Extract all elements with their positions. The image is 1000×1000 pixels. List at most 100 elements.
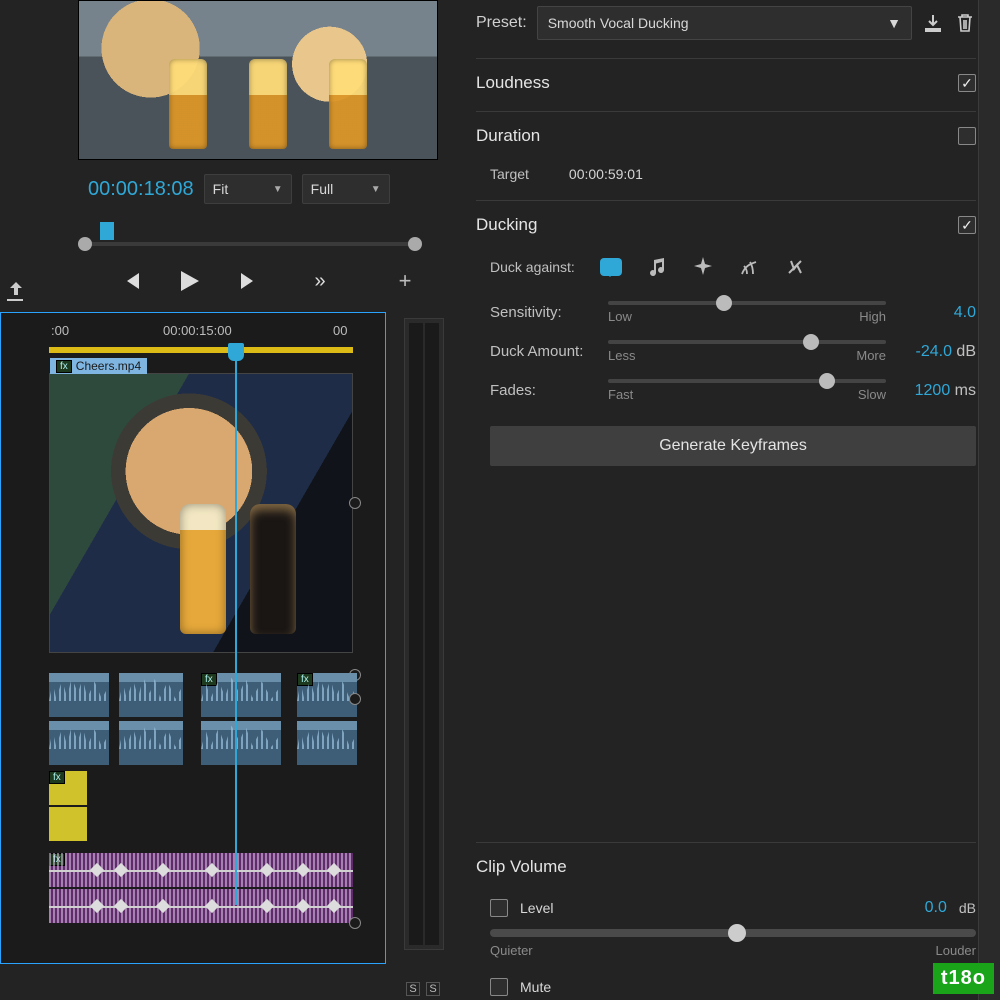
- duration-checkbox[interactable]: [958, 127, 976, 145]
- duck-against-unassigned-icon[interactable]: [781, 253, 809, 281]
- level-checkbox[interactable]: [490, 899, 508, 917]
- quality-value: Full: [311, 181, 334, 197]
- duck-amount-unit: dB: [952, 343, 976, 360]
- level-min: Quieter: [490, 943, 533, 958]
- fx-badge[interactable]: fx: [56, 360, 72, 373]
- duck-against-sfx-icon[interactable]: [689, 253, 717, 281]
- audio-clip-dialogue[interactable]: [49, 673, 109, 717]
- chevron-down-icon: ▼: [273, 184, 283, 195]
- ruler-tick-start: :00: [51, 323, 69, 338]
- audio-clip-dialogue[interactable]: [49, 721, 109, 765]
- track-resize-handle[interactable]: [349, 497, 361, 509]
- loudness-checkbox[interactable]: [958, 74, 976, 92]
- audio-clip-dialogue[interactable]: [119, 721, 183, 765]
- play-button[interactable]: [177, 268, 203, 294]
- quality-dropdown[interactable]: Full ▼: [302, 174, 390, 204]
- fx-badge[interactable]: fx: [201, 673, 217, 686]
- fades-min: Fast: [608, 387, 633, 402]
- audio-clip-music[interactable]: [49, 889, 353, 923]
- step-back-button[interactable]: [119, 268, 145, 294]
- audio-clip-sfx[interactable]: [49, 807, 87, 841]
- duck-against-ambience-icon[interactable]: [735, 253, 763, 281]
- fades-slider[interactable]: [608, 379, 886, 383]
- target-value[interactable]: 00:00:59:01: [569, 166, 643, 182]
- work-area-bar[interactable]: [49, 347, 353, 353]
- video-clip[interactable]: fx Cheers.mp4: [49, 373, 353, 653]
- fades-max: Slow: [858, 387, 886, 402]
- clip-thumbnail: [50, 374, 352, 652]
- chevron-down-icon: ▼: [887, 15, 901, 31]
- fx-badge[interactable]: fx: [49, 771, 65, 784]
- track-resize-handle[interactable]: [349, 917, 361, 929]
- zoom-value: Fit: [213, 181, 229, 197]
- audio-clip-sfx[interactable]: fx: [49, 771, 87, 805]
- level-value[interactable]: 0.0: [925, 899, 947, 917]
- fades-value[interactable]: 1200: [915, 382, 951, 399]
- solo-button[interactable]: S: [406, 982, 420, 996]
- scrub-bar[interactable]: [78, 218, 422, 258]
- meter-left: [409, 323, 423, 945]
- slider-thumb[interactable]: [728, 924, 746, 942]
- audio-clip-music[interactable]: fx: [49, 853, 353, 887]
- duck-against-dialogue-icon[interactable]: [597, 253, 625, 281]
- fades-label: Fades:: [490, 382, 594, 399]
- clip-name: Cheers.mp4: [76, 359, 141, 373]
- audio-clip-dialogue[interactable]: [119, 673, 183, 717]
- trash-icon[interactable]: [954, 12, 976, 34]
- watermark: t18o: [933, 963, 994, 994]
- zoom-dropdown[interactable]: Fit ▼: [204, 174, 292, 204]
- audio-clip-dialogue[interactable]: [297, 721, 357, 765]
- duck-amount-label: Duck Amount:: [490, 343, 594, 360]
- loudness-title: Loudness: [476, 73, 550, 93]
- ruler-tick-mid: 00:00:15:00: [163, 323, 232, 338]
- level-slider[interactable]: [490, 929, 976, 937]
- audio-meters: [404, 318, 444, 950]
- duck-against-music-icon[interactable]: [643, 253, 671, 281]
- timeline-panel[interactable]: :00 00:00:15:00 00 fx Cheers.mp4: [0, 312, 386, 964]
- slider-thumb[interactable]: [803, 334, 819, 350]
- sensitivity-slider[interactable]: [608, 301, 886, 305]
- duck-amount-value[interactable]: -24.0: [916, 343, 952, 360]
- program-monitor: [78, 0, 438, 160]
- level-unit: dB: [959, 900, 976, 916]
- step-forward-button[interactable]: [235, 268, 261, 294]
- preset-label: Preset:: [476, 14, 527, 32]
- add-button[interactable]: +: [392, 268, 418, 294]
- solo-button[interactable]: S: [426, 982, 440, 996]
- in-point-icon[interactable]: [78, 237, 92, 251]
- out-point-icon[interactable]: [408, 237, 422, 251]
- duration-title: Duration: [476, 126, 540, 146]
- generate-keyframes-button[interactable]: Generate Keyframes: [490, 426, 976, 466]
- right-rail: [978, 0, 1000, 1000]
- clip-volume-title: Clip Volume: [476, 857, 976, 899]
- duck-amount-slider[interactable]: [608, 340, 886, 344]
- level-label: Level: [520, 900, 553, 916]
- track-resize-handle[interactable]: [349, 693, 361, 705]
- preset-dropdown[interactable]: Smooth Vocal Ducking ▼: [537, 6, 912, 40]
- timecode[interactable]: 00:00:18:08: [88, 178, 194, 201]
- duck-amount-max: More: [856, 348, 886, 363]
- chevron-down-icon: ▼: [371, 184, 381, 195]
- audio-clip-dialogue[interactable]: fx: [201, 673, 281, 717]
- level-max: Louder: [936, 943, 976, 958]
- mute-label: Mute: [520, 979, 551, 995]
- ruler-tick-end: 00: [333, 323, 347, 338]
- ducking-checkbox[interactable]: [958, 216, 976, 234]
- skip-forward-button[interactable]: »: [305, 268, 331, 294]
- duck-against-label: Duck against:: [490, 259, 575, 275]
- save-preset-icon[interactable]: [922, 12, 944, 34]
- sensitivity-value[interactable]: 4.0: [954, 304, 976, 321]
- scrub-playhead[interactable]: [100, 222, 114, 240]
- playhead[interactable]: [235, 345, 237, 905]
- audio-clip-dialogue[interactable]: [201, 721, 281, 765]
- target-label: Target: [490, 166, 529, 182]
- time-ruler[interactable]: :00 00:00:15:00 00: [1, 313, 385, 361]
- export-icon[interactable]: [4, 280, 26, 302]
- duck-amount-min: Less: [608, 348, 635, 363]
- meter-right: [425, 323, 439, 945]
- sensitivity-max: High: [859, 309, 886, 324]
- clip-label-bar: fx Cheers.mp4: [50, 358, 147, 374]
- audio-clip-dialogue[interactable]: fx: [297, 673, 357, 717]
- mute-checkbox[interactable]: [490, 978, 508, 996]
- sensitivity-label: Sensitivity:: [490, 304, 594, 321]
